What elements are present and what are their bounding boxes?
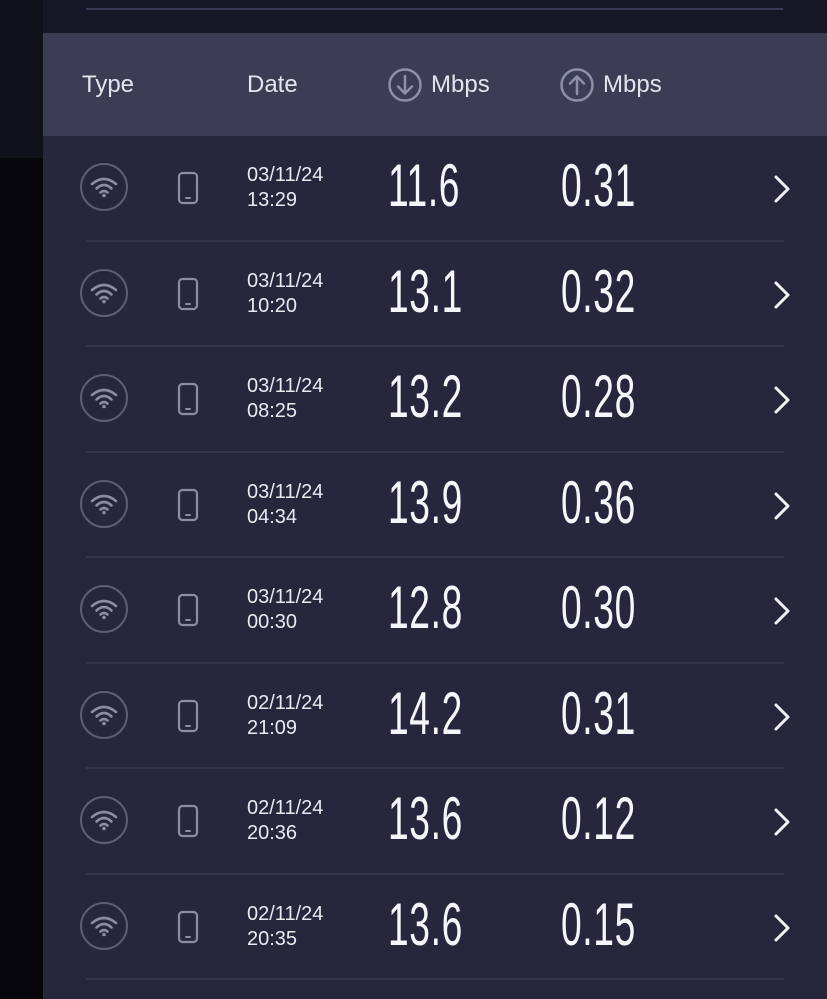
result-time: 21:09	[247, 716, 298, 739]
result-date: 03/11/24	[247, 375, 324, 397]
results-panel: Type Date Mbps Mbps 03/11/24 13:29 11.6 …	[43, 0, 827, 999]
download-speed: 13.1	[388, 257, 463, 325]
results-list: 03/11/24 13:29 11.6 0.31 03/11/24 10:20	[43, 136, 827, 980]
result-date: 02/11/24	[247, 797, 324, 819]
chevron-right-icon[interactable]	[769, 383, 795, 417]
download-speed: 13.6	[388, 785, 463, 852]
download-speed: 13.2	[388, 363, 463, 430]
wifi-icon	[80, 796, 128, 844]
upload-speed: 0.12	[561, 785, 636, 852]
result-date: 03/11/24	[247, 269, 324, 292]
download-speed: 11.6	[388, 152, 461, 219]
phone-icon	[177, 382, 199, 416]
result-datetime: 02/11/24 20:35	[247, 902, 323, 952]
wifi-icon	[80, 268, 128, 317]
result-datetime: 03/11/24 08:25	[247, 374, 323, 424]
wifi-icon	[80, 585, 128, 633]
phone-icon	[177, 593, 199, 627]
wifi-icon	[80, 479, 128, 528]
result-row[interactable]: 02/11/24 20:35 13.6 0.15	[43, 875, 827, 981]
arrow-up-circle-icon	[559, 67, 595, 103]
result-time: 00:30	[247, 611, 298, 633]
result-row[interactable]: 03/11/24 04:34 13.9 0.36	[43, 453, 827, 559]
phone-icon	[177, 277, 199, 311]
result-date: 03/11/24	[247, 586, 324, 608]
top-strip	[43, 0, 827, 33]
result-date: 03/11/24	[247, 480, 324, 503]
result-date: 03/11/24	[247, 164, 324, 186]
result-row[interactable]: 02/11/24 20:36 13.6 0.12	[43, 769, 827, 875]
download-speed: 14.2	[388, 679, 463, 747]
column-header-date[interactable]: Date	[247, 33, 298, 136]
result-date: 02/11/24	[247, 691, 324, 714]
result-datetime: 03/11/24 00:30	[247, 585, 323, 635]
result-time: 08:25	[247, 400, 298, 422]
result-row[interactable]: 02/11/24 21:09 14.2 0.31	[43, 664, 827, 770]
phone-icon	[177, 171, 199, 205]
upload-speed: 0.31	[561, 679, 636, 747]
wifi-icon	[80, 901, 128, 950]
chevron-right-icon[interactable]	[769, 805, 795, 839]
divider	[86, 8, 783, 10]
download-speed: 13.6	[388, 890, 463, 958]
arrow-down-circle-icon	[387, 67, 423, 103]
wifi-icon	[80, 163, 128, 211]
result-datetime: 03/11/24 10:20	[247, 269, 323, 319]
upload-unit-label: Mbps	[603, 70, 662, 98]
result-datetime: 03/11/24 13:29	[247, 163, 323, 213]
date-label: Date	[247, 70, 298, 98]
result-date: 02/11/24	[247, 902, 324, 925]
result-row[interactable]: 03/11/24 08:25 13.2 0.28	[43, 347, 827, 453]
result-datetime: 02/11/24 20:36	[247, 796, 323, 846]
result-datetime: 02/11/24 21:09	[247, 691, 323, 741]
upload-speed: 0.36	[561, 468, 636, 536]
result-time: 20:36	[247, 822, 298, 844]
download-unit-label: Mbps	[431, 70, 490, 98]
upload-speed: 0.15	[561, 890, 636, 958]
result-time: 04:34	[247, 505, 298, 528]
phone-icon	[177, 910, 199, 944]
chevron-right-icon[interactable]	[769, 172, 795, 206]
download-speed: 12.8	[388, 574, 463, 641]
results-header: Type Date Mbps Mbps	[43, 33, 827, 136]
wifi-icon	[80, 374, 128, 422]
phone-icon	[177, 699, 199, 733]
column-header-type[interactable]: Type	[82, 33, 134, 136]
result-row[interactable]: 03/11/24 13:29 11.6 0.31	[43, 136, 827, 242]
background-left-upper	[0, 0, 43, 158]
result-time: 20:35	[247, 927, 298, 950]
download-speed: 13.9	[388, 468, 463, 536]
upload-speed: 0.28	[561, 363, 636, 430]
wifi-icon	[80, 690, 128, 739]
chevron-right-icon[interactable]	[769, 278, 795, 312]
result-row[interactable]: 03/11/24 10:20 13.1 0.32	[43, 242, 827, 348]
chevron-right-icon[interactable]	[769, 911, 795, 945]
phone-icon	[177, 804, 199, 838]
result-row[interactable]: 03/11/24 00:30 12.8 0.30	[43, 558, 827, 664]
type-label: Type	[82, 70, 135, 98]
column-header-download[interactable]: Mbps	[387, 33, 490, 136]
upload-speed: 0.31	[561, 152, 636, 219]
chevron-right-icon[interactable]	[769, 700, 795, 734]
chevron-right-icon[interactable]	[769, 489, 795, 523]
upload-speed: 0.32	[561, 257, 636, 325]
result-time: 10:20	[247, 294, 298, 317]
column-header-upload[interactable]: Mbps	[559, 33, 662, 136]
phone-icon	[177, 488, 199, 522]
result-datetime: 03/11/24 04:34	[247, 480, 323, 530]
result-time: 13:29	[247, 189, 298, 211]
upload-speed: 0.30	[561, 574, 636, 641]
chevron-right-icon[interactable]	[769, 594, 795, 628]
